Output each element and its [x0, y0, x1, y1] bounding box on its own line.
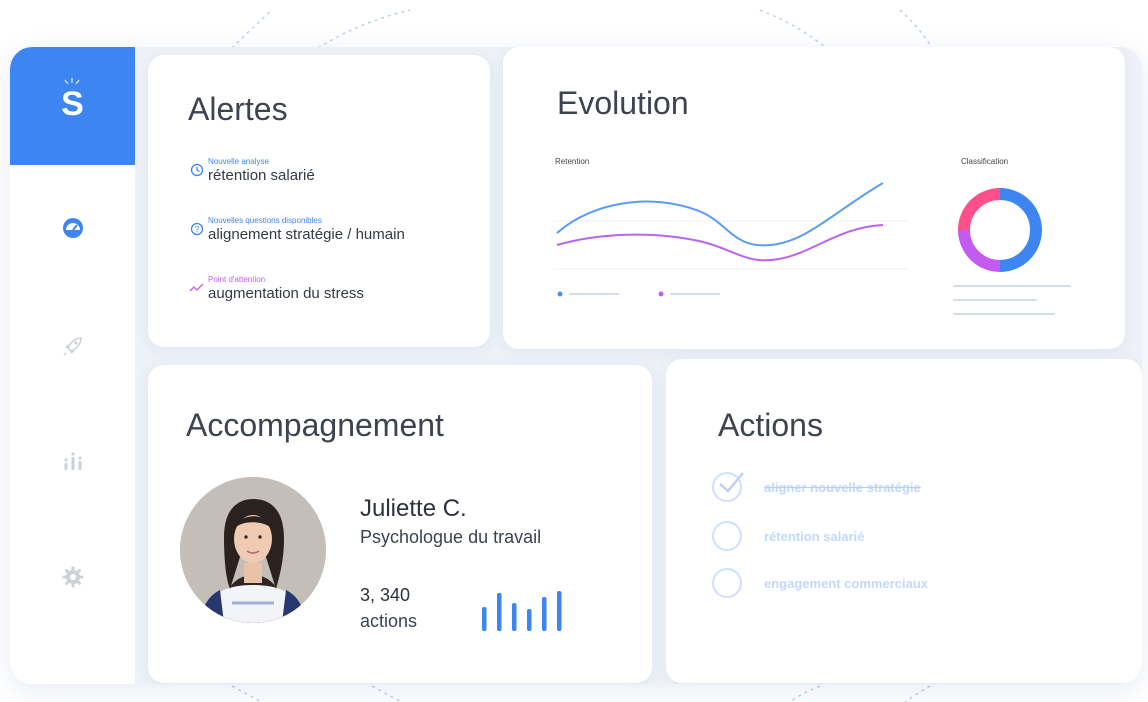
- question-icon: ?: [190, 222, 204, 236]
- alertes-card: Alertes Nouvelle analyse rétention salar…: [148, 55, 490, 347]
- sidebar-item-settings[interactable]: [52, 556, 94, 598]
- retention-line-chart: [553, 182, 908, 297]
- legend-marker: [557, 291, 563, 297]
- evolution-title: Evolution: [557, 85, 689, 121]
- action-item[interactable]: engagement commerciaux: [712, 568, 928, 598]
- action-item-done[interactable]: aligner nouvelle stratégie: [712, 472, 921, 502]
- alertes-title: Alertes: [188, 91, 288, 127]
- retention-label: Retention: [555, 157, 590, 166]
- avatar[interactable]: [180, 477, 326, 623]
- activity-bar-icon: [482, 591, 562, 631]
- placeholder-line: [953, 313, 1055, 315]
- sidebar: S: [10, 47, 135, 684]
- dashboard-frame: S Alertes Nouvelle analyse rétention sal…: [10, 47, 1142, 684]
- classification-donut: [958, 188, 1043, 272]
- actions-title: Actions: [718, 407, 823, 443]
- action-checkbox[interactable]: [712, 472, 744, 502]
- action-checkbox[interactable]: [712, 521, 742, 551]
- donut-segment: [999, 188, 1043, 272]
- alert-tag: Nouvelle analyse: [208, 157, 269, 166]
- dashboard-gauge-icon: [63, 218, 83, 238]
- accompagnement-card: Accompagnement Juliette C. Psychologue d…: [148, 365, 652, 683]
- action-label: rétention salarié: [764, 528, 865, 544]
- sidebar-item-launch[interactable]: [52, 325, 94, 367]
- alert-item[interactable]: Point d'attention augmentation du stress: [188, 275, 364, 303]
- alert-item[interactable]: ? Nouvelles questions disponibles aligne…: [188, 216, 405, 244]
- actions-card: Actions aligner nouvelle stratégie réten…: [666, 359, 1142, 683]
- clock-icon: [190, 163, 204, 177]
- trend-icon: [189, 283, 204, 292]
- action-label: engagement commerciaux: [764, 575, 929, 591]
- stat-value: 3, 340: [360, 585, 411, 605]
- alert-tag: Nouvelles questions disponibles: [208, 216, 322, 225]
- brand-logo[interactable]: S: [10, 47, 135, 165]
- logo-letter: S: [61, 85, 84, 123]
- accompagnement-title: Accompagnement: [186, 407, 444, 443]
- alert-text: augmentation du stress: [208, 285, 364, 302]
- action-checkbox[interactable]: [712, 568, 742, 598]
- svg-text:?: ?: [195, 225, 200, 234]
- evolution-card: Evolution Retention Classification: [503, 47, 1125, 349]
- person-role: Psychologue du travail: [360, 527, 542, 547]
- checkmark-icon: [719, 472, 744, 493]
- donut-segment: [958, 188, 1001, 231]
- bar-stats-icon: [64, 452, 82, 470]
- legend-marker: [658, 291, 664, 297]
- alert-tag: Point d'attention: [208, 275, 266, 284]
- alert-text: rétention salarié: [208, 167, 315, 184]
- person-name: Juliette C.: [360, 495, 467, 522]
- gear-icon: [62, 566, 84, 588]
- rocket-icon: [63, 337, 82, 356]
- sidebar-item-dashboard[interactable]: [52, 207, 94, 249]
- placeholder-line: [953, 285, 1071, 287]
- stat-label: actions: [360, 611, 418, 631]
- action-item[interactable]: rétention salarié: [712, 521, 864, 551]
- secondary-series-line: [556, 224, 884, 262]
- placeholder-line: [953, 299, 1037, 301]
- donut-segment: [958, 229, 1001, 272]
- alert-item[interactable]: Nouvelle analyse rétention salarié: [188, 157, 315, 185]
- action-label: aligner nouvelle stratégie: [764, 479, 921, 495]
- person-portrait-icon: [180, 477, 326, 623]
- sidebar-item-stats[interactable]: [52, 440, 94, 482]
- classification-label: Classification: [961, 157, 1009, 166]
- alert-text: alignement stratégie / humain: [208, 226, 405, 243]
